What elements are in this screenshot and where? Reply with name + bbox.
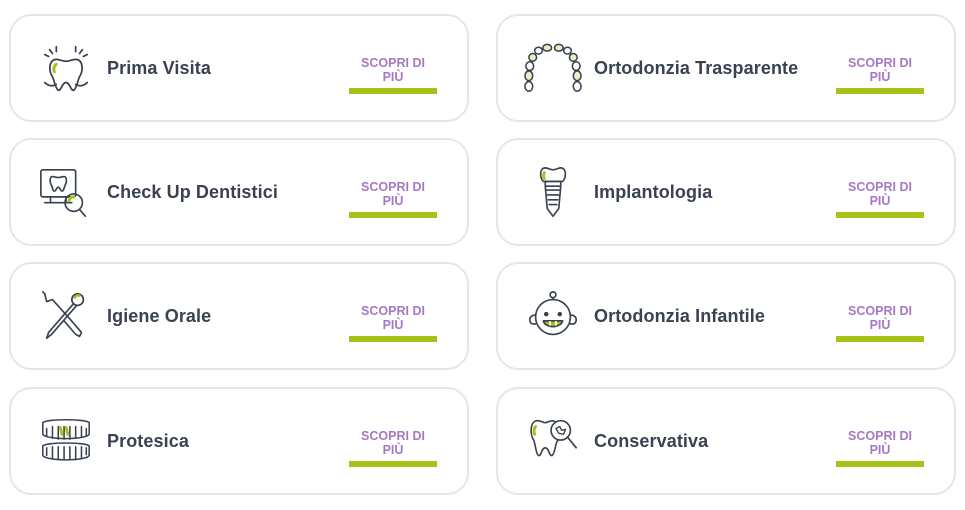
service-card-check-up-dentistici[interactable]: Check Up Dentistici SCOPRI DI PIÙ: [9, 138, 469, 246]
service-title: Prima Visita: [107, 57, 211, 78]
scopri-di-piu-link[interactable]: SCOPRI DI PIÙ: [836, 180, 924, 218]
link-underline: [836, 212, 924, 218]
scopri-di-piu-link[interactable]: SCOPRI DI PIÙ: [349, 56, 437, 94]
scopri-di-piu-link[interactable]: SCOPRI DI PIÙ: [836, 429, 924, 467]
service-title: Protesica: [107, 430, 189, 451]
scopri-di-piu-label: SCOPRI DI PIÙ: [361, 429, 425, 457]
monitor-tooth-magnifier-icon: [37, 164, 95, 222]
service-card-protesica[interactable]: Protesica SCOPRI DI PIÙ: [9, 387, 469, 495]
service-title: Ortodonzia Infantile: [594, 305, 765, 326]
scopri-di-piu-label: SCOPRI DI PIÙ: [361, 180, 425, 208]
scopri-di-piu-link[interactable]: SCOPRI DI PIÙ: [349, 180, 437, 218]
service-title: Check Up Dentistici: [107, 181, 278, 202]
link-underline: [349, 336, 437, 342]
scopri-di-piu-link[interactable]: SCOPRI DI PIÙ: [836, 56, 924, 94]
dental-implant-icon: [524, 164, 582, 222]
service-title: Conservativa: [594, 430, 709, 451]
service-card-conservativa[interactable]: Conservativa SCOPRI DI PIÙ: [496, 387, 956, 495]
dental-aligner-icon: [524, 40, 582, 98]
scopri-di-piu-label: SCOPRI DI PIÙ: [361, 56, 425, 84]
service-title: Implantologia: [594, 181, 713, 202]
service-title: Igiene Orale: [107, 305, 212, 326]
service-card-implantologia[interactable]: Implantologia SCOPRI DI PIÙ: [496, 138, 956, 246]
scopri-di-piu-label: SCOPRI DI PIÙ: [848, 56, 912, 84]
tooth-decay-magnifier-icon: [524, 413, 582, 471]
link-underline: [349, 212, 437, 218]
scopri-di-piu-link[interactable]: SCOPRI DI PIÙ: [349, 304, 437, 342]
service-card-ortodonzia-infantile[interactable]: Ortodonzia Infantile SCOPRI DI PIÙ: [496, 262, 956, 370]
service-card-prima-visita[interactable]: Prima Visita SCOPRI DI PIÙ: [9, 14, 469, 122]
scopri-di-piu-label: SCOPRI DI PIÙ: [848, 429, 912, 457]
scopri-di-piu-label: SCOPRI DI PIÙ: [848, 180, 912, 208]
services-grid: Prima Visita SCOPRI DI PIÙ Ortodonzia Tr…: [0, 0, 965, 510]
scopri-di-piu-label: SCOPRI DI PIÙ: [848, 304, 912, 332]
scopri-di-piu-label: SCOPRI DI PIÙ: [361, 304, 425, 332]
dental-tools-icon: [37, 288, 95, 346]
scopri-di-piu-link[interactable]: SCOPRI DI PIÙ: [349, 429, 437, 467]
tooth-sparkle-icon: [37, 40, 95, 98]
dentures-icon: [37, 413, 95, 471]
service-title: Ortodonzia Trasparente: [594, 57, 799, 78]
link-underline: [349, 461, 437, 467]
link-underline: [349, 88, 437, 94]
baby-face-icon: [524, 288, 582, 346]
link-underline: [836, 461, 924, 467]
scopri-di-piu-link[interactable]: SCOPRI DI PIÙ: [836, 304, 924, 342]
service-card-ortodonzia-trasparente[interactable]: Ortodonzia Trasparente SCOPRI DI PIÙ: [496, 14, 956, 122]
service-card-igiene-orale[interactable]: Igiene Orale SCOPRI DI PIÙ: [9, 262, 469, 370]
link-underline: [836, 336, 924, 342]
link-underline: [836, 88, 924, 94]
